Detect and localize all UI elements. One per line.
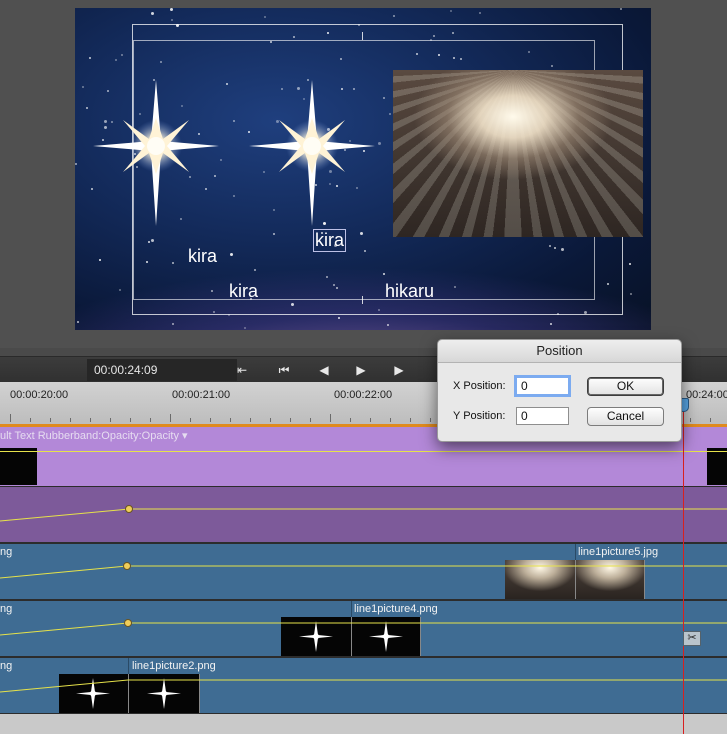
opacity-rubberband[interactable] (0, 451, 727, 452)
star-dot (82, 86, 84, 88)
timeline-scrollbar[interactable] (0, 714, 727, 734)
sparkle-star-graphic[interactable] (91, 78, 221, 228)
star-dot (119, 289, 121, 291)
star-dot (89, 57, 91, 59)
title-text-kira[interactable]: kira (229, 281, 258, 302)
opacity-rubberband[interactable] (0, 601, 727, 656)
opacity-rubberband[interactable] (0, 544, 727, 599)
ruler-tick (10, 414, 11, 422)
center-mark-bottom (362, 296, 363, 304)
ruler-tick (130, 418, 131, 422)
playhead-line (683, 398, 684, 734)
video-preview[interactable]: kira kira kira hikaru (75, 8, 651, 330)
rubberband-label: ult Text Rubberband:Opacity:Opacity ▾ (0, 430, 188, 442)
star-dot (387, 324, 389, 326)
star-dot (151, 12, 154, 15)
ruler-tick (710, 418, 711, 422)
go-to-start-icon[interactable]: ⇤ (232, 361, 252, 379)
star-dot (393, 15, 395, 17)
ruler-tick (290, 418, 291, 422)
star-dot (115, 59, 117, 61)
ruler-tick (30, 418, 31, 422)
y-position-input[interactable] (516, 407, 569, 425)
x-position-input[interactable] (514, 375, 571, 397)
opacity-rubberband[interactable] (0, 658, 727, 713)
star-dot (479, 12, 481, 14)
ruler-tick (270, 418, 271, 422)
star-dot (171, 19, 173, 21)
star-dot (550, 323, 552, 325)
star-dot (77, 321, 79, 323)
light-rays-photo[interactable] (393, 70, 643, 237)
ruler-tick (690, 418, 691, 422)
play-icon[interactable]: ▶ (351, 361, 371, 379)
x-position-label: X Position: (453, 380, 506, 392)
star-dot (99, 259, 101, 261)
star-dot (630, 293, 632, 295)
title-text-hikaru[interactable]: hikaru (385, 281, 434, 302)
current-timecode[interactable]: 00:00:24:09 (87, 359, 237, 381)
star-dot (264, 16, 266, 18)
star-dot (244, 327, 246, 329)
center-mark-top (362, 32, 363, 40)
ruler-tick (110, 418, 111, 422)
title-clip-track[interactable] (0, 487, 727, 544)
opacity-rubberband[interactable] (0, 487, 727, 542)
position-dialog: Position X Position: Y Position: OK Canc… (437, 339, 682, 442)
keyframe-marker[interactable] (125, 505, 133, 513)
ruler-tick (90, 418, 91, 422)
video-track-2[interactable]: ng line1picture4.png (0, 601, 727, 658)
black-gap (0, 448, 37, 485)
star-dot (172, 323, 174, 325)
sparkle-star-graphic[interactable] (247, 78, 377, 228)
keyframe-marker[interactable] (123, 562, 131, 570)
star-dot (75, 163, 77, 165)
ruler-tick (170, 414, 171, 422)
star-dot (121, 54, 123, 56)
ruler-tick (190, 418, 191, 422)
ruler-tick (310, 418, 311, 422)
ruler-tick (70, 418, 71, 422)
title-text-kira-selected[interactable]: kira (312, 229, 347, 252)
scissors-icon[interactable]: ✂ (683, 631, 701, 646)
ruler-label: 00:00:20:00 (10, 389, 69, 401)
star-dot (338, 317, 340, 319)
ruler-label: 00:00:22:00 (334, 389, 393, 401)
step-forward-icon[interactable]: ▶ (389, 361, 409, 379)
ruler-tick (390, 418, 391, 422)
previous-edit-icon[interactable]: ⏮ (274, 361, 294, 379)
ruler-tick (150, 418, 151, 422)
video-track-1[interactable]: ng line1picture2.png (0, 658, 727, 714)
ruler-label: 00:24:00 (686, 389, 727, 401)
ruler-tick (370, 418, 371, 422)
cancel-button[interactable]: Cancel (587, 407, 664, 426)
star-dot (170, 8, 173, 11)
ruler-tick (430, 418, 431, 422)
star-dot (450, 10, 452, 12)
ruler-tick (410, 418, 411, 422)
keyframe-marker[interactable] (124, 619, 132, 627)
title-text-kira[interactable]: kira (188, 246, 217, 267)
dialog-title[interactable]: Position (438, 340, 681, 363)
y-position-label: Y Position: (453, 410, 506, 422)
ruler-tick (350, 418, 351, 422)
program-monitor: kira kira kira hikaru (0, 0, 727, 348)
ruler-tick (330, 414, 331, 422)
video-track-3[interactable]: ng line1picture5.jpg (0, 544, 727, 601)
ruler-tick (50, 418, 51, 422)
star-dot (86, 107, 88, 109)
ok-button[interactable]: OK (587, 377, 664, 396)
ruler-label: 00:00:21:00 (172, 389, 231, 401)
ruler-tick (250, 418, 251, 422)
step-back-icon[interactable]: ◀ (314, 361, 334, 379)
star-dot (620, 8, 622, 10)
ruler-tick (210, 418, 211, 422)
black-gap (707, 448, 727, 485)
star-dot (629, 263, 631, 265)
ruler-tick (230, 418, 231, 422)
